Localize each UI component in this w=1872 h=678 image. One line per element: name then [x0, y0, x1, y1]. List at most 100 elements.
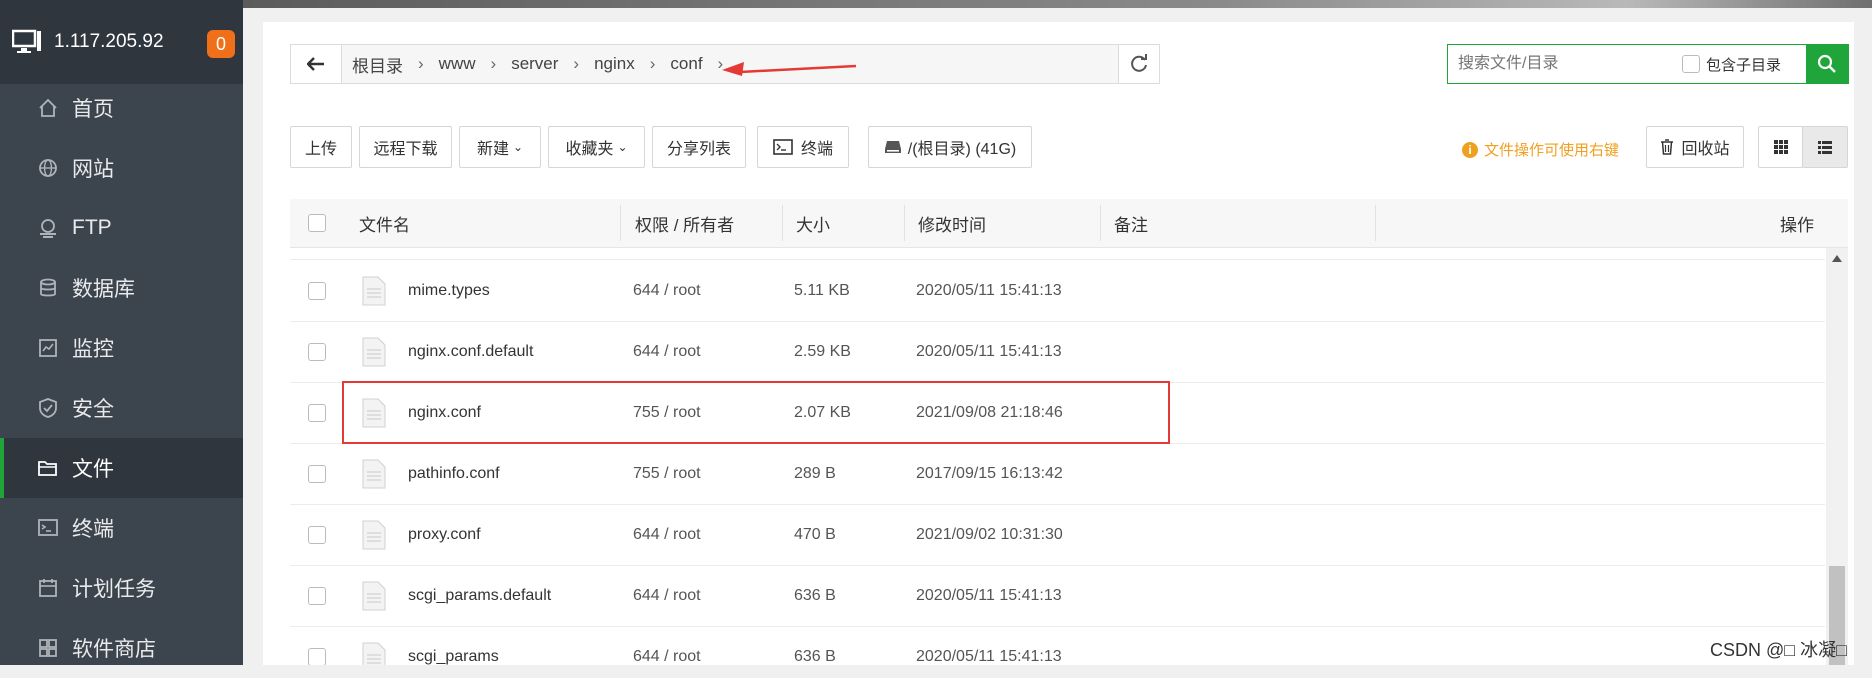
- row-checkbox[interactable]: [308, 403, 326, 422]
- column-divider: [620, 205, 621, 241]
- column-divider: [1100, 205, 1101, 241]
- sidebar-item-label: 监控: [72, 338, 114, 361]
- terminal-button[interactable]: 终端: [757, 126, 849, 168]
- sidebar-item-database[interactable]: 数据库: [0, 258, 243, 318]
- breadcrumb-item[interactable]: server: [511, 54, 558, 74]
- table-row[interactable]: [290, 248, 1825, 260]
- terminal-icon: [773, 139, 793, 155]
- select-all-checkbox[interactable]: [308, 214, 326, 232]
- new-label: 新建: [476, 141, 509, 158]
- breadcrumb-item[interactable]: nginx: [594, 54, 635, 74]
- file-permission[interactable]: 644 / root: [633, 626, 701, 665]
- breadcrumb-item[interactable]: www: [439, 54, 476, 74]
- sidebar-item-label: FTP: [72, 216, 112, 239]
- table-row[interactable]: pathinfo.conf 755 / root 289 B 2017/09/1…: [290, 443, 1825, 505]
- file-permission[interactable]: 644 / root: [633, 504, 701, 565]
- header-permission[interactable]: 权限 / 所有者: [635, 199, 734, 247]
- notification-badge[interactable]: 0: [207, 30, 235, 58]
- sidebar-item-label: 计划任务: [72, 578, 156, 601]
- sidebar-item-label: 安全: [72, 398, 114, 421]
- chevron-right-icon: ›: [573, 54, 580, 73]
- refresh-icon: [1131, 54, 1147, 72]
- remote-download-button[interactable]: 远程下载: [359, 126, 452, 168]
- share-list-button[interactable]: 分享列表: [652, 126, 746, 168]
- refresh-button[interactable]: [1118, 45, 1159, 83]
- breadcrumb-item[interactable]: 根目录: [352, 52, 403, 77]
- watermark: CSDN @□ 冰凝□: [1710, 640, 1848, 660]
- file-permission[interactable]: 644 / root: [633, 321, 701, 382]
- header-mtime[interactable]: 修改时间: [918, 199, 986, 247]
- sidebar-item-terminal[interactable]: 终端: [0, 498, 243, 558]
- header-ops: 操作: [1780, 215, 1814, 235]
- upload-button[interactable]: 上传: [290, 126, 352, 168]
- annotation-highlight-box: [342, 381, 1170, 444]
- file-permission[interactable]: 644 / root: [633, 565, 701, 626]
- file-mtime: 2021/09/02 10:31:30: [916, 525, 1063, 543]
- chevron-down-icon: ⌄: [512, 140, 524, 154]
- column-divider: [904, 205, 905, 241]
- sidebar-item-label: 终端: [72, 518, 114, 541]
- back-button[interactable]: [291, 45, 342, 83]
- table-scrollbar[interactable]: [1826, 248, 1848, 665]
- row-checkbox[interactable]: [308, 647, 326, 665]
- row-checkbox[interactable]: [308, 342, 326, 361]
- sidebar-item-files[interactable]: 文件: [0, 438, 243, 498]
- table-row[interactable]: nginx.conf.default 644 / root 2.59 KB 20…: [290, 321, 1825, 383]
- file-icon: [362, 581, 386, 611]
- recycle-bin-label: 回收站: [1681, 141, 1730, 158]
- file-search: 包含子目录: [1447, 44, 1849, 84]
- row-checkbox[interactable]: [308, 281, 326, 300]
- file-name[interactable]: pathinfo.conf: [408, 443, 500, 504]
- table-row[interactable]: scgi_params 644 / root 636 B 2020/05/11 …: [290, 626, 1825, 665]
- sidebar-item-home[interactable]: 首页: [0, 78, 243, 138]
- file-name[interactable]: mime.types: [408, 260, 490, 321]
- column-divider: [782, 205, 783, 241]
- row-checkbox[interactable]: [308, 525, 326, 544]
- table-row[interactable]: proxy.conf 644 / root 470 B 2021/09/02 1…: [290, 504, 1825, 566]
- sidebar-item-ftp[interactable]: FTP: [0, 198, 243, 258]
- include-subdir-label: 包含子目录: [1706, 56, 1782, 74]
- include-subdir-checkbox[interactable]: [1682, 55, 1700, 73]
- file-mtime: 2020/05/11 15:41:13: [916, 342, 1062, 360]
- file-size: 470 B: [794, 525, 836, 543]
- file-name[interactable]: nginx.conf.default: [408, 321, 533, 382]
- row-checkbox[interactable]: [308, 586, 326, 605]
- row-checkbox[interactable]: [308, 464, 326, 483]
- file-icon: [362, 337, 386, 367]
- file-mtime: 2017/09/15 16:13:42: [916, 464, 1063, 482]
- sidebar: 1.117.205.92 0 首页 网站 FTP 数据库 监控 安全 文件 终端…: [0, 0, 243, 665]
- file-name[interactable]: scgi_params: [408, 626, 499, 665]
- sidebar-item-cron[interactable]: 计划任务: [0, 558, 243, 618]
- hint-text: 文件操作可使用右键: [1484, 142, 1620, 159]
- sidebar-item-store[interactable]: 软件商店: [0, 618, 243, 678]
- file-icon: [362, 642, 386, 665]
- favorites-dropdown-button[interactable]: 收藏夹 ⌄: [548, 126, 645, 168]
- sidebar-item-websites[interactable]: 网站: [0, 138, 243, 198]
- file-mtime: 2020/05/11 15:41:13: [916, 281, 1062, 299]
- header-name[interactable]: 文件名: [359, 199, 410, 247]
- top-wallpaper-strip: [243, 0, 1872, 8]
- sidebar-item-security[interactable]: 安全: [0, 378, 243, 438]
- recycle-bin-button[interactable]: 回收站: [1646, 126, 1744, 168]
- disk-button[interactable]: /(根目录) (41G): [868, 126, 1032, 168]
- table-row[interactable]: scgi_params.default 644 / root 636 B 202…: [290, 565, 1825, 627]
- search-button[interactable]: [1806, 45, 1848, 83]
- breadcrumb-item[interactable]: conf: [670, 54, 702, 74]
- new-dropdown-button[interactable]: 新建 ⌄: [459, 126, 541, 168]
- header-size[interactable]: 大小: [796, 199, 830, 247]
- file-name[interactable]: proxy.conf: [408, 504, 481, 565]
- sidebar-item-monitor[interactable]: 监控: [0, 318, 243, 378]
- grid-view-button[interactable]: [1758, 126, 1803, 168]
- list-view-button[interactable]: [1802, 126, 1848, 168]
- search-input[interactable]: [1448, 54, 1680, 74]
- file-permission[interactable]: 644 / root: [633, 260, 701, 321]
- chevron-right-icon: ›: [649, 54, 656, 73]
- table-row[interactable]: mime.types 644 / root 5.11 KB 2020/05/11…: [290, 260, 1825, 322]
- monitor-chart-icon: [37, 337, 59, 359]
- file-name[interactable]: scgi_params.default: [408, 565, 551, 626]
- file-icon: [362, 459, 386, 489]
- file-size: 289 B: [794, 464, 836, 482]
- search-icon: [1817, 54, 1836, 73]
- file-permission[interactable]: 755 / root: [633, 443, 701, 504]
- chevron-right-icon: ›: [490, 54, 497, 73]
